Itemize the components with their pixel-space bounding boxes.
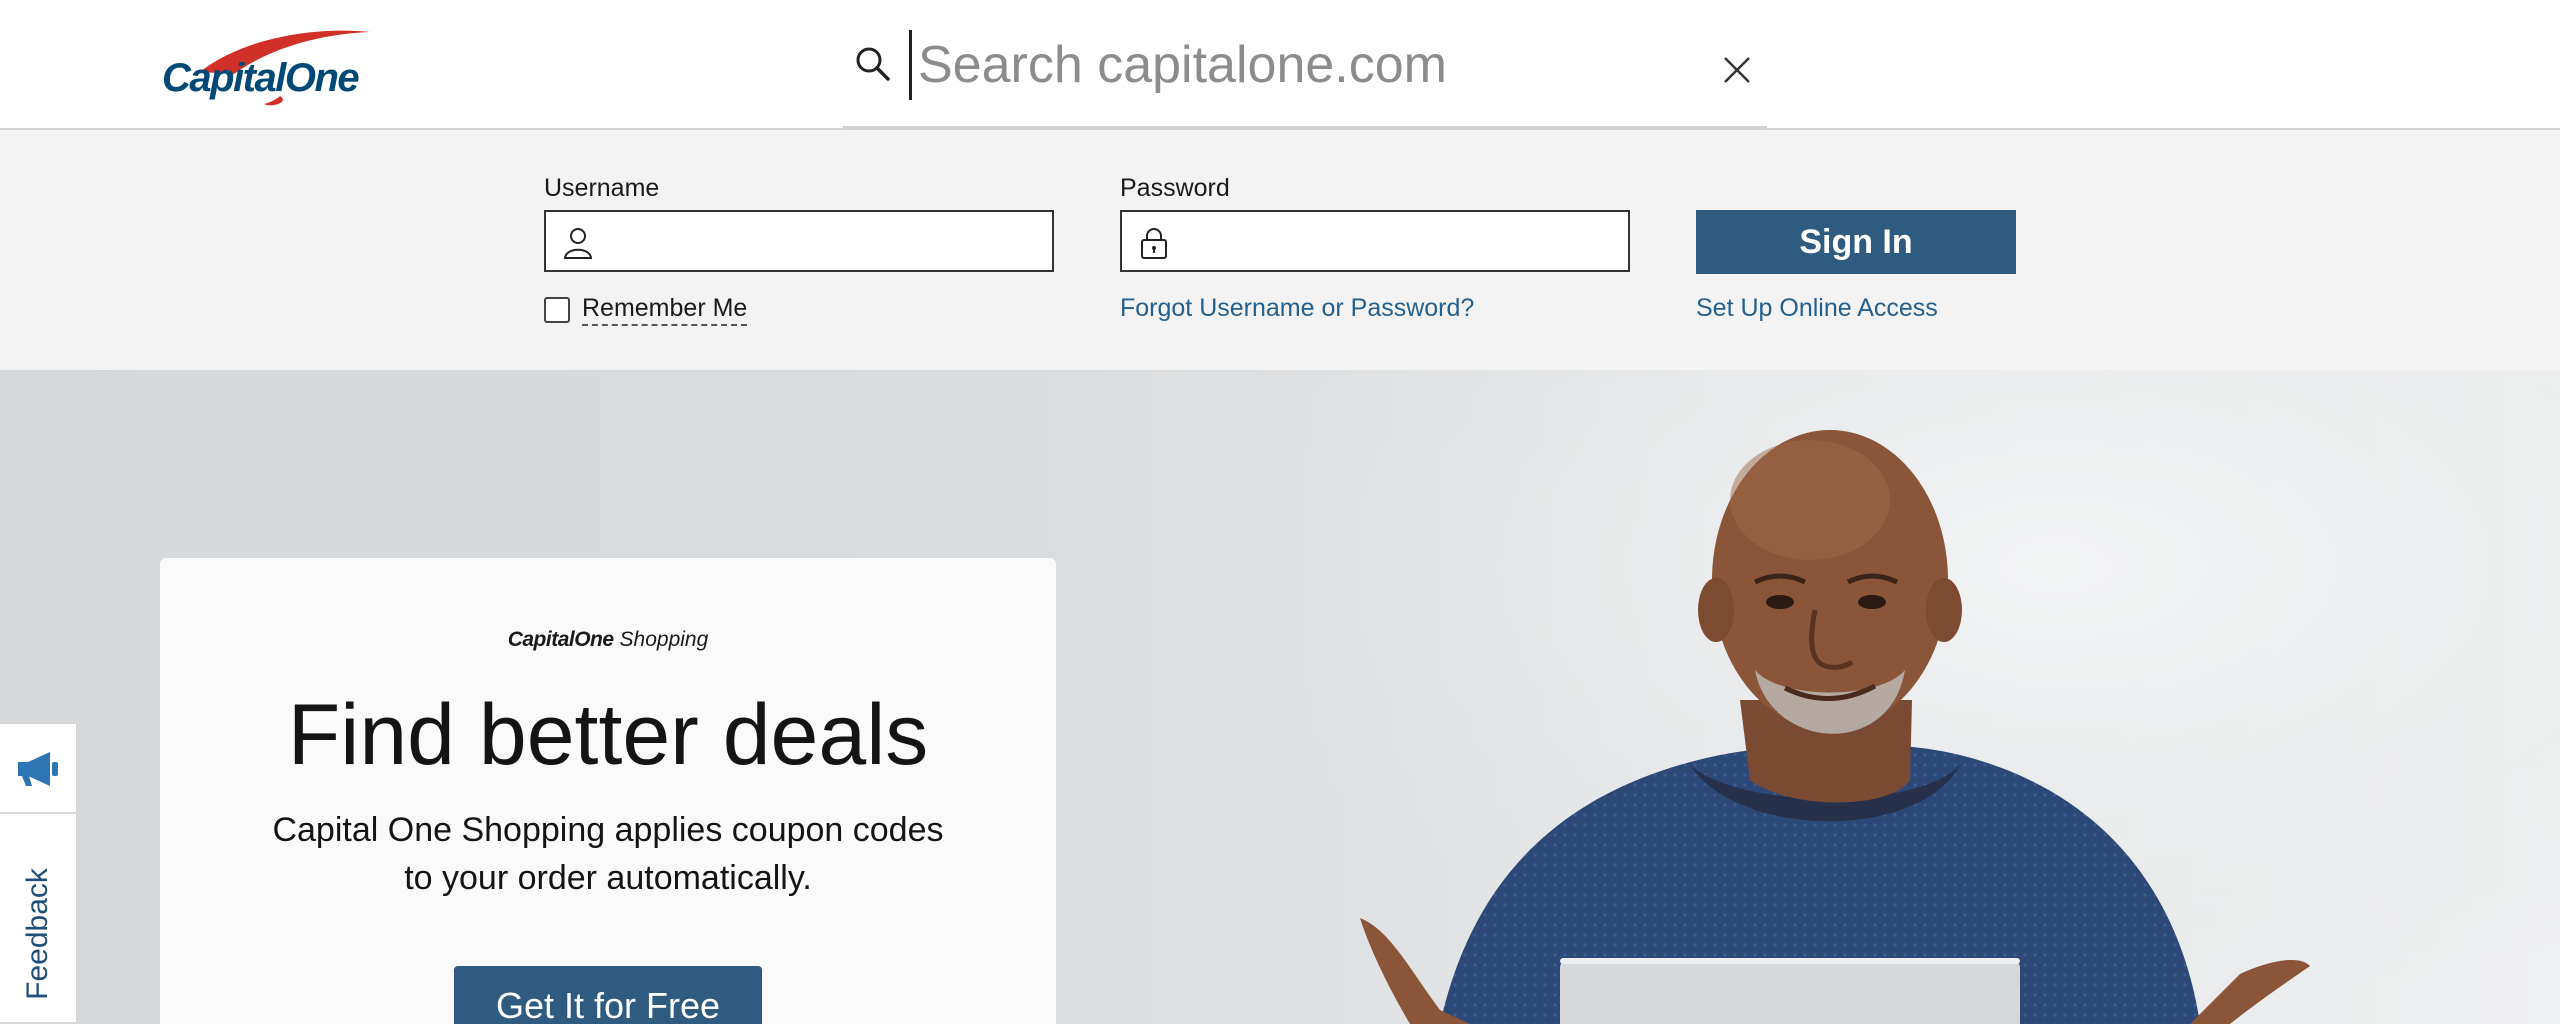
forgot-credentials-link[interactable]: Forgot Username or Password? <box>1120 294 1474 323</box>
setup-online-access-link[interactable]: Set Up Online Access <box>1696 294 1938 323</box>
username-field[interactable] <box>544 210 1054 272</box>
promo-description: Capital One Shopping applies coupon code… <box>272 811 944 897</box>
login-panel: Username Password Sign In Remember Me Fo… <box>0 130 2560 370</box>
user-icon <box>563 228 593 259</box>
username-label: Username <box>544 174 660 202</box>
promo-title: Find better deals <box>287 687 929 783</box>
hero-person-image <box>1300 370 2560 1024</box>
search-icon <box>856 47 890 81</box>
logo-wordmark: CapitalOne <box>162 56 360 100</box>
feedback-divider <box>0 812 76 814</box>
password-input[interactable] <box>1182 218 1616 266</box>
capital-one-shopping-logo: CapitalOne Shopping <box>160 628 1056 652</box>
get-it-for-free-button[interactable]: Get It for Free <box>454 966 762 1024</box>
site-header: CapitalOne <box>0 0 2560 130</box>
username-input[interactable] <box>606 218 1040 266</box>
password-field[interactable] <box>1120 210 1630 272</box>
megaphone-icon[interactable] <box>16 748 60 788</box>
shopping-logo-word: Shopping <box>619 628 709 651</box>
remember-me-checkbox[interactable]: Remember Me <box>544 294 748 326</box>
feedback-label[interactable]: Feedback <box>21 868 55 1000</box>
search-bar <box>843 24 1767 129</box>
hero-banner: CapitalOne Shopping Find better deals Cap… <box>0 370 2560 1024</box>
feedback-tab[interactable]: Feedback <box>0 722 78 1024</box>
lock-icon <box>1141 228 1167 259</box>
capital-one-logo[interactable]: CapitalOne <box>160 28 388 110</box>
shopping-promo-card: CapitalOne Shopping Find better deals Cap… <box>160 558 1056 1024</box>
close-icon[interactable] <box>1721 54 1753 86</box>
password-label: Password <box>1120 174 1230 202</box>
remember-me-label[interactable]: Remember Me <box>582 294 748 326</box>
sign-in-button[interactable]: Sign In <box>1696 210 2016 274</box>
search-input[interactable] <box>909 30 1720 100</box>
checkbox-box[interactable] <box>544 297 570 323</box>
shopping-logo-brand: CapitalOne <box>507 628 614 651</box>
